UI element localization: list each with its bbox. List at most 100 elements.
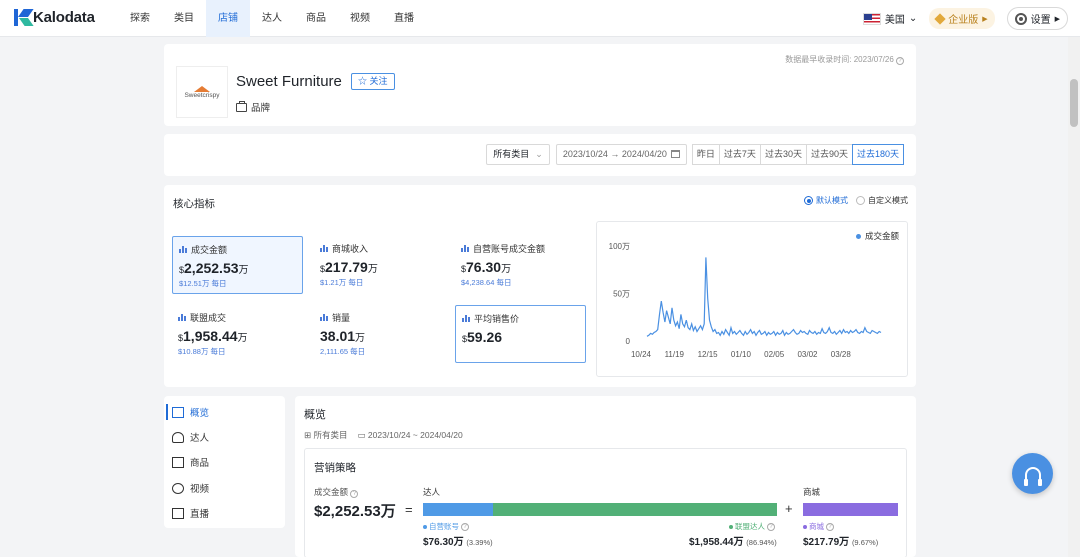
x-tick-label: 02/05 <box>764 350 785 359</box>
top-nav: Kalodata 探索 类目 店铺 达人 商品 视频 直播 美国 ⌄ 企业版 ▶… <box>0 0 1080 37</box>
bar-chart-icon <box>461 245 469 252</box>
metric-daily: $1.21万 每日 <box>320 278 364 287</box>
metric-self-account-gmv[interactable]: 自营账号成交金额 $76.30万 $4,238.64 每日 <box>455 236 605 294</box>
mall-amount: $217.79万 (9.67%) <box>803 537 879 548</box>
metric-value: $76.30万 <box>461 259 512 275</box>
gmv-label: 成交金额 ? <box>314 486 359 498</box>
sidebar-item-products[interactable]: 商品 <box>172 452 209 472</box>
logo-text: Kalodata <box>33 9 95 26</box>
legend-affiliate: 联盟达人 ? <box>729 521 775 532</box>
gear-icon <box>1014 12 1027 25</box>
core-metrics-title: 核心指标 <box>173 198 215 210</box>
metric-value: $2,252.53万 <box>179 260 249 276</box>
x-tick-label: 03/02 <box>797 350 818 359</box>
gmv-series-line[interactable] <box>646 257 882 337</box>
core-metrics-card: 核心指标 默认模式 自定义模式 成交金额 $2,252.53万 $12.51万 … <box>164 185 916 387</box>
gmv-value: $2,252.53万 <box>314 503 396 520</box>
logo-icon <box>14 9 34 26</box>
enterprise-badge[interactable]: 企业版 ▶ <box>929 8 995 29</box>
metric-gmv[interactable]: 成交金额 $2,252.53万 $12.51万 每日 <box>172 236 303 294</box>
chart-svg: 0 50万 100万 10/24 11/19 12/15 01/10 02/05 03/02 03… <box>609 242 882 359</box>
sidebar-item-overview[interactable]: 概览 <box>165 402 209 422</box>
metric-label: 销量 <box>332 313 351 323</box>
tab-explore[interactable]: 探索 <box>118 0 162 37</box>
self-amount: $76.30万 (3.39%) <box>423 537 493 548</box>
mode-custom[interactable]: 自定义模式 <box>856 195 908 206</box>
tab-live[interactable]: 直播 <box>382 0 426 37</box>
bar-chart-icon <box>179 246 187 253</box>
mode-switch: 默认模式 自定义模式 <box>804 195 908 206</box>
box-icon <box>172 456 184 468</box>
overview-title: 概览 <box>304 409 326 421</box>
overview-meta: ⊞ 所有类目 ▭ 2023/10/24 ~ 2024/04/20 <box>304 429 463 441</box>
help-icon[interactable]: ? <box>350 490 359 498</box>
bar-chart-icon <box>462 315 470 322</box>
user-icon <box>172 431 184 443</box>
filter-bar: 所有类目 ⌄ 2023/10/24 → 2024/04/20 昨日 过去7天 过… <box>164 134 916 176</box>
customer-service-button[interactable] <box>1012 453 1053 494</box>
metric-daily: $12.51万 每日 <box>179 279 227 288</box>
tab-creator[interactable]: 达人 <box>250 0 294 37</box>
enterprise-label: 企业版 <box>948 15 979 26</box>
x-tick-label: 03/28 <box>831 350 852 359</box>
country-selector[interactable]: 美国 ⌄ <box>862 11 918 26</box>
tab-product[interactable]: 商品 <box>294 0 338 37</box>
brand-tag-label: 品牌 <box>251 103 271 114</box>
sidebar-item-live[interactable]: 直播 <box>172 503 209 523</box>
y-tick-label: 0 <box>626 337 631 346</box>
metric-value: 38.01万 <box>320 328 366 344</box>
scrollbar-thumb[interactable] <box>1070 79 1078 127</box>
sidebar-item-videos[interactable]: 视频 <box>172 478 209 498</box>
period-selector: 昨日 过去7天 过去30天 过去90天 过去180天 <box>691 143 904 165</box>
equals-sign: = <box>405 502 413 517</box>
shop-logo: Sweetcrispy <box>176 66 228 118</box>
metric-label: 成交金额 <box>191 245 228 255</box>
help-icon[interactable]: ? <box>896 57 904 65</box>
chevron-down-icon: ⌄ <box>908 13 918 24</box>
mode-default[interactable]: 默认模式 <box>804 195 848 206</box>
kalodata-logo[interactable]: Kalodata <box>14 9 95 26</box>
metric-daily: $4,238.64 每日 <box>461 278 512 287</box>
metric-value: $217.79万 <box>320 259 378 275</box>
date-range-picker[interactable]: 2023/10/24 → 2024/04/20 <box>555 143 687 165</box>
page-scrollbar[interactable] <box>1068 37 1080 557</box>
caret-right-icon: ▶ <box>1054 15 1060 23</box>
y-tick-label: 50万 <box>613 290 630 299</box>
x-tick-label: 11/19 <box>665 350 685 359</box>
tab-shop[interactable]: 店铺 <box>206 0 250 37</box>
settings-button[interactable]: 设置 ▶ <box>1006 7 1068 30</box>
creator-label: 达人 <box>423 487 441 497</box>
legend-self-account: 自营账号 ? <box>423 521 469 532</box>
play-circle-icon <box>172 482 184 494</box>
metric-value: $1,958.44万 <box>178 328 248 344</box>
metric-label: 平均销售价 <box>474 314 520 324</box>
tab-video[interactable]: 视频 <box>338 0 382 37</box>
bar-chart-icon <box>320 314 328 321</box>
metric-label: 自营账号成交金额 <box>473 244 546 254</box>
period-7d[interactable]: 过去7天 <box>718 143 761 165</box>
affiliate-amount: $1,958.44万 (86.94%) <box>689 537 777 548</box>
metric-sales-volume[interactable]: 销量 38.01万 2,111.65 每日 <box>314 305 445 363</box>
caret-right-icon: ▶ <box>982 15 988 23</box>
calendar-icon <box>670 150 680 158</box>
sidebar-item-creators[interactable]: 达人 <box>172 427 209 447</box>
metric-daily: 2,111.65 每日 <box>320 347 366 356</box>
follow-button[interactable]: ☆ 关注 <box>351 73 395 90</box>
metric-value: $59.26 <box>462 329 503 345</box>
period-180d[interactable]: 过去180天 <box>851 143 904 165</box>
filters: 所有类目 ⌄ 2023/10/24 → 2024/04/20 昨日 过去7天 过… <box>486 134 916 174</box>
us-flag-icon <box>862 12 881 25</box>
tab-category[interactable]: 类目 <box>162 0 206 37</box>
country-label: 美国 <box>884 15 905 26</box>
period-yesterday[interactable]: 昨日 <box>691 143 720 165</box>
period-30d[interactable]: 过去30天 <box>759 143 807 165</box>
shop-logo-text: Sweetcrispy <box>184 91 220 99</box>
shop-name: Sweet Furniture <box>236 73 342 90</box>
category-select[interactable]: 所有类目 ⌄ <box>486 143 550 165</box>
metric-mall-revenue[interactable]: 商城收入 $217.79万 $1.21万 每日 <box>314 236 445 294</box>
metric-affiliate[interactable]: 联盟成交 $1,958.44万 $10.88万 每日 <box>172 305 303 363</box>
overview-icon <box>172 406 184 418</box>
period-90d[interactable]: 过去90天 <box>805 143 853 165</box>
metric-avg-price[interactable]: 平均销售价 $59.26 <box>455 305 586 363</box>
settings-label: 设置 <box>1030 15 1051 26</box>
